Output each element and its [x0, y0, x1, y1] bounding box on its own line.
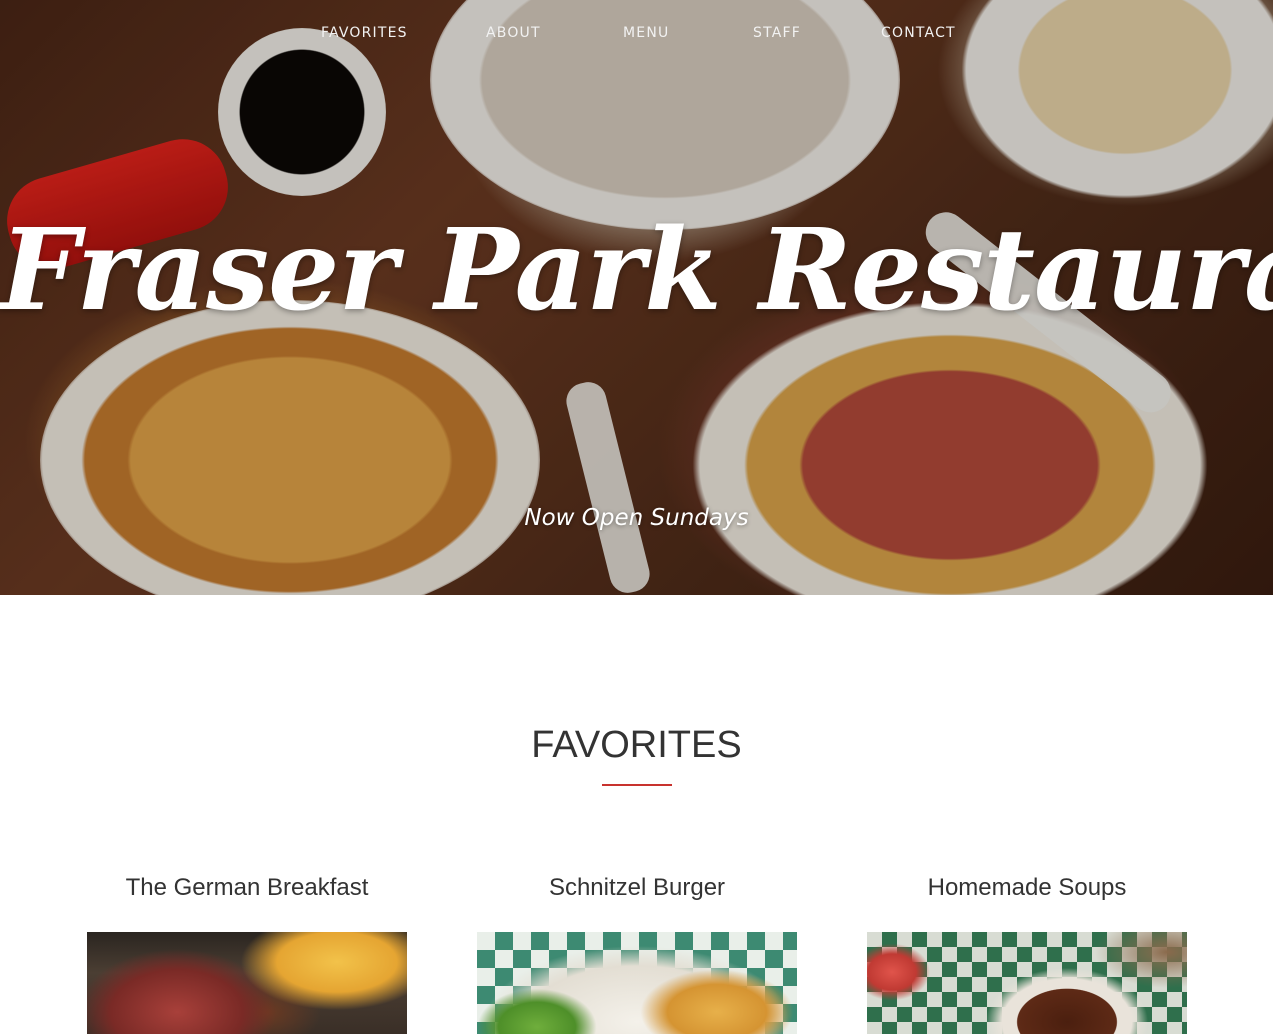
schnitzel-burger-photo[interactable] — [477, 932, 797, 1034]
nav-about[interactable]: ABOUT — [486, 25, 541, 41]
nav-favorites[interactable]: FAVORITES — [321, 25, 408, 41]
card-title: Homemade Soups — [927, 874, 1127, 901]
homemade-soups-photo[interactable] — [867, 932, 1187, 1034]
german-breakfast-photo[interactable] — [87, 932, 407, 1034]
site-title: Fraser Park Restaurant — [0, 205, 1273, 336]
nav-contact[interactable]: CONTACT — [881, 25, 956, 41]
section-heading: FAVORITES — [531, 724, 742, 766]
heading-divider — [602, 784, 672, 786]
card-title: Schnitzel Burger — [548, 874, 726, 901]
card-title: The German Breakfast — [125, 874, 369, 901]
hero-banner: FAVORITES ABOUT MENU STAFF CONTACT Frase… — [0, 0, 1273, 595]
nav-staff[interactable]: STAFF — [753, 25, 801, 41]
hero-subtitle: Now Open Sundays — [524, 505, 749, 531]
nav-menu[interactable]: MENU — [623, 25, 669, 41]
